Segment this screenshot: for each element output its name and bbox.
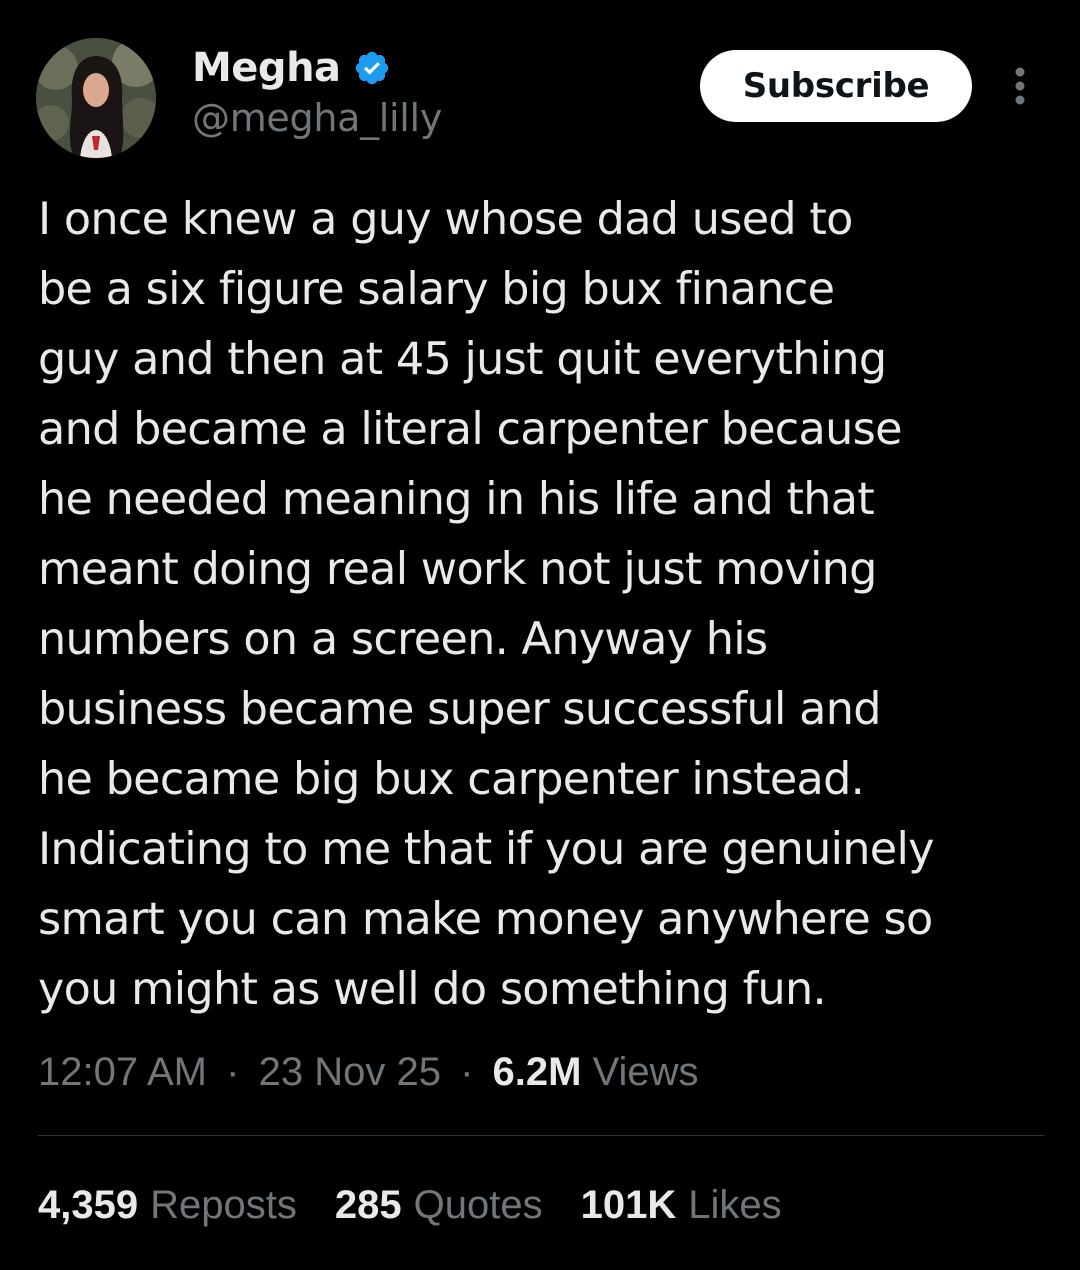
tweet-time[interactable]: 12:07 AM — [38, 1050, 207, 1094]
reposts-label: Reposts — [150, 1183, 297, 1227]
likes-label: Likes — [688, 1183, 782, 1227]
likes-count: 101K — [580, 1183, 677, 1227]
tweet-text-line: business became super successful and — [38, 684, 881, 735]
divider — [38, 1135, 1044, 1136]
tweet-text-line: be a six figure salary big bux finance — [38, 264, 835, 315]
tweet-text-line: and became a literal carpenter because — [38, 404, 902, 455]
more-options-icon[interactable] — [1004, 64, 1036, 108]
reposts-count: 4,359 — [38, 1183, 139, 1227]
tweet-meta: 12:07 AM · 23 Nov 25 · 6.2M Views — [38, 1048, 699, 1096]
display-name[interactable]: Megha — [192, 45, 341, 91]
meta-separator: · — [460, 1050, 474, 1094]
tweet-text-line: you might as well do something fun. — [38, 964, 827, 1015]
tweet-text-line: he needed meaning in his life and that — [38, 474, 875, 525]
tweet-text-line: smart you can make money anywhere so — [38, 894, 933, 945]
author-handle[interactable]: @megha_lilly — [192, 96, 442, 140]
views-count: 6.2M — [492, 1050, 582, 1094]
tweet-date[interactable]: 23 Nov 25 — [259, 1050, 441, 1094]
avatar[interactable] — [36, 38, 156, 158]
tweet-text-line: Indicating to me that if you are genuine… — [38, 824, 934, 875]
tweet-text-line: meant doing real work not just moving — [38, 544, 877, 595]
quotes-label: Quotes — [413, 1183, 543, 1227]
likes-stat[interactable]: 101K Likes — [581, 1180, 782, 1230]
views-label: Views — [592, 1050, 699, 1094]
author-name-row: Megha — [192, 42, 391, 94]
meta-separator: · — [226, 1050, 240, 1094]
tweet-text-line: he became big bux carpenter instead. — [38, 754, 865, 805]
tweet-text-line: I once knew a guy whose dad used to — [38, 194, 853, 245]
tweet-detail: Megha @megha_lilly Subscribe I once knew… — [0, 0, 1080, 1270]
tweet-text-line: numbers on a screen. Anyway his — [38, 614, 768, 665]
tweet-text-line: guy and then at 45 just quit everything — [38, 334, 887, 385]
tweet-text: I once knew a guy whose dad used to be a… — [38, 185, 1058, 1025]
verified-badge-icon — [353, 49, 391, 87]
quotes-count: 285 — [334, 1183, 402, 1227]
reposts-stat[interactable]: 4,359 Reposts — [38, 1180, 297, 1230]
quotes-stat[interactable]: 285 Quotes — [335, 1180, 543, 1230]
engagement-stats: 4,359 Reposts 285 Quotes 101K Likes — [38, 1180, 782, 1230]
subscribe-button[interactable]: Subscribe — [700, 50, 972, 122]
avatar-image — [36, 38, 156, 158]
